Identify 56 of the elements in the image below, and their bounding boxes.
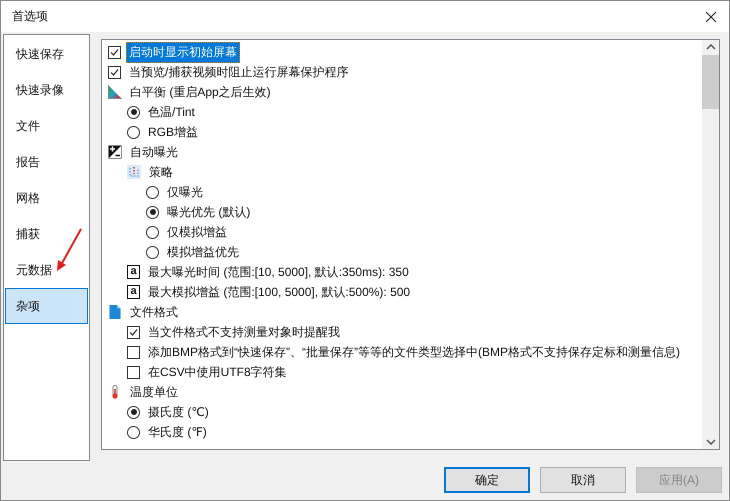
document-icon bbox=[108, 305, 122, 319]
setting-label[interactable]: 白平衡 (重启App之后生效) bbox=[127, 82, 274, 102]
sidebar-item[interactable]: 报告 bbox=[5, 144, 88, 180]
color-gamut-icon bbox=[108, 85, 122, 99]
setting-label[interactable]: RGB增益 bbox=[145, 122, 202, 142]
sidebar-item[interactable]: 文件 bbox=[5, 108, 88, 144]
scroll-down-icon[interactable] bbox=[706, 439, 716, 445]
setting-label[interactable]: 添加BMP格式到“快速保存”、“批量保存”等等的文件类型选择中(BMP格式不支持保存定标和测量信息) bbox=[145, 342, 683, 362]
checkbox[interactable] bbox=[108, 46, 121, 58]
radio-button[interactable] bbox=[127, 426, 140, 438]
checkbox[interactable] bbox=[127, 366, 140, 378]
scroll-thumb[interactable] bbox=[702, 55, 719, 109]
setting-label[interactable]: 曝光优先 (默认) bbox=[164, 202, 254, 222]
window-title: 首选项 bbox=[12, 8, 48, 25]
radio-button[interactable] bbox=[146, 186, 159, 198]
sidebar-item[interactable]: 快速保存 bbox=[5, 36, 88, 72]
setting-label[interactable]: 启动时显示初始屏幕 bbox=[126, 42, 240, 62]
sidebar-item[interactable]: 捕获 bbox=[5, 216, 88, 252]
radio-button[interactable] bbox=[127, 126, 140, 138]
radio-button[interactable] bbox=[127, 406, 140, 418]
sidebar-item[interactable]: 杂项 bbox=[5, 288, 88, 324]
setting-label[interactable]: 当文件格式不支持测量对象时提醒我 bbox=[145, 322, 343, 342]
annotation-arrow-drawing bbox=[54, 227, 84, 273]
setting-label[interactable]: 最大曝光时间 (范围:[10, 5000], 默认:350ms): 350 bbox=[145, 262, 412, 282]
checkbox[interactable] bbox=[127, 346, 140, 358]
setting-label[interactable]: 自动曝光 bbox=[127, 142, 181, 162]
exposure-icon bbox=[108, 145, 122, 159]
checkbox[interactable] bbox=[127, 326, 140, 338]
text-input-icon: a bbox=[127, 285, 140, 299]
setting-label[interactable]: 华氏度 (℉) bbox=[145, 422, 210, 442]
radio-button[interactable] bbox=[146, 206, 159, 218]
setting-label[interactable]: 文件格式 bbox=[127, 302, 181, 322]
radio-button[interactable] bbox=[127, 106, 140, 118]
text-input-icon: a bbox=[127, 265, 140, 279]
setting-label[interactable]: 策略 bbox=[146, 162, 176, 182]
sidebar-item[interactable]: 元数据 bbox=[5, 252, 88, 288]
dialog-button[interactable]: 确定 bbox=[444, 467, 530, 493]
setting-label[interactable]: 温度单位 bbox=[127, 382, 181, 402]
scrollbar[interactable] bbox=[702, 40, 719, 449]
setting-label[interactable]: 仅模拟增益 bbox=[164, 222, 230, 242]
setting-label[interactable]: 最大模拟增益 (范围:[100, 5000], 默认:500%): 500 bbox=[145, 282, 414, 302]
setting-label[interactable]: 色温/Tint bbox=[145, 102, 198, 122]
setting-label[interactable]: 模拟增益优先 bbox=[164, 242, 242, 262]
dialog-button[interactable]: 取消 bbox=[540, 467, 626, 493]
setting-label[interactable]: 在CSV中使用UTF8字符集 bbox=[145, 362, 290, 382]
radio-button[interactable] bbox=[146, 246, 159, 258]
sidebar-item[interactable]: 网格 bbox=[5, 180, 88, 216]
setting-label[interactable]: 仅曝光 bbox=[164, 182, 206, 202]
scroll-up-icon[interactable] bbox=[706, 44, 716, 50]
strategy-icon bbox=[127, 165, 141, 179]
setting-label[interactable]: 当预览/捕获视频时阻止运行屏幕保护程序 bbox=[126, 62, 352, 82]
sidebar-item[interactable]: 快速录像 bbox=[5, 72, 88, 108]
setting-label[interactable]: 摄氏度 (℃) bbox=[145, 402, 212, 422]
radio-button[interactable] bbox=[146, 226, 159, 238]
checkbox[interactable] bbox=[108, 66, 121, 78]
close-icon[interactable] bbox=[705, 10, 717, 22]
